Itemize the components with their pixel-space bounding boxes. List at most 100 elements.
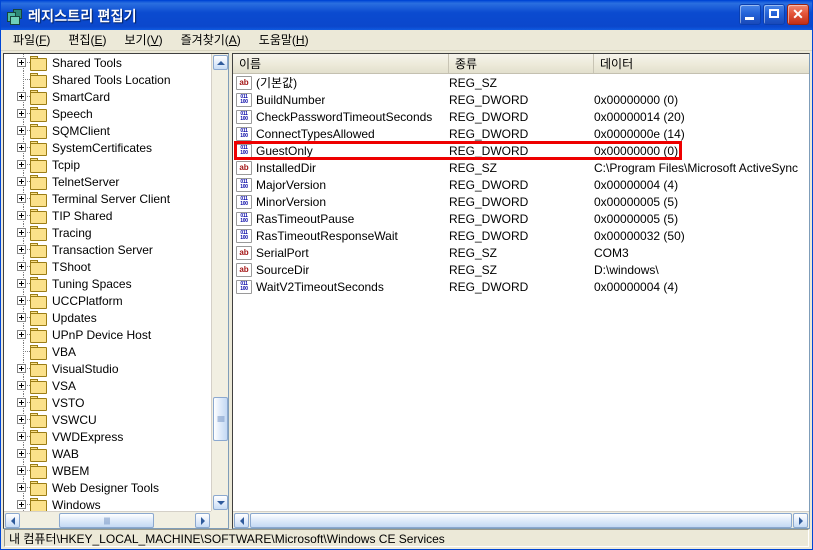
menu-item-1[interactable]: 편집(E) bbox=[59, 29, 115, 51]
maximize-button[interactable] bbox=[763, 4, 785, 25]
tree-scroll-up-button[interactable] bbox=[213, 55, 228, 70]
tree-item-3[interactable]: Speech bbox=[4, 105, 211, 122]
tree-item-1[interactable]: Shared Tools Location bbox=[4, 71, 211, 88]
tree-item-2[interactable]: SmartCard bbox=[4, 88, 211, 105]
tree-item-15[interactable]: Updates bbox=[4, 309, 211, 326]
registry-value-row[interactable]: 011 100 BuildNumber REG_DWORD 0x00000000 (0) bbox=[233, 91, 809, 108]
tree-item-11[interactable]: Transaction Server bbox=[4, 241, 211, 258]
registry-value-row[interactable]: 011 100 RasTimeoutResponseWait REG_DWORD 0x0… bbox=[233, 227, 809, 244]
minimize-button[interactable] bbox=[739, 4, 761, 25]
folder-icon bbox=[30, 464, 47, 479]
close-button[interactable]: ✕ bbox=[787, 4, 809, 25]
tree-expand-icon[interactable] bbox=[17, 398, 26, 407]
tree-item-4[interactable]: SQMClient bbox=[4, 122, 211, 139]
value-type: REG_DWORD bbox=[449, 109, 529, 124]
tree-item-26[interactable]: Windows bbox=[4, 496, 211, 511]
registry-value-row[interactable]: 011 100 GuestOnly REG_DWORD 0x00000000 (0) bbox=[233, 142, 809, 159]
tree-expand-icon[interactable] bbox=[17, 313, 26, 322]
column-header-name[interactable]: 이름 bbox=[233, 54, 449, 73]
tree-item-0[interactable]: Shared Tools bbox=[4, 54, 211, 71]
tree-expand-icon[interactable] bbox=[17, 228, 26, 237]
tree-horizontal-scroll-thumb[interactable] bbox=[59, 513, 154, 528]
tree-item-19[interactable]: VSA bbox=[4, 377, 211, 394]
tree-item-17[interactable]: VBA bbox=[4, 343, 211, 360]
registry-value-row[interactable]: ab SerialPort REG_SZ COM3 bbox=[233, 244, 809, 261]
registry-values-list[interactable]: ab (기본값) REG_SZ 011 100 BuildNumber REG_DWORD 0… bbox=[233, 74, 809, 511]
tree-scroll-down-button[interactable] bbox=[213, 495, 228, 510]
tree-expand-icon[interactable] bbox=[17, 483, 26, 492]
tree-expand-icon[interactable] bbox=[17, 143, 26, 152]
tree-expand-icon[interactable] bbox=[17, 279, 26, 288]
tree-item-24[interactable]: WBEM bbox=[4, 462, 211, 479]
tree-item-25[interactable]: Web Designer Tools bbox=[4, 479, 211, 496]
tree-item-10[interactable]: Tracing bbox=[4, 224, 211, 241]
tree-item-8[interactable]: Terminal Server Client bbox=[4, 190, 211, 207]
registry-value-row[interactable]: 011 100 ConnectTypesAllowed REG_DWORD 0x0000… bbox=[233, 125, 809, 142]
tree-expand-icon[interactable] bbox=[17, 177, 26, 186]
registry-value-row[interactable]: ab InstalledDir REG_SZ C:\Program Files\Mic… bbox=[233, 159, 809, 176]
tree-item-21[interactable]: VSWCU bbox=[4, 411, 211, 428]
folder-icon bbox=[30, 175, 47, 190]
tree-item-14[interactable]: UCCPlatform bbox=[4, 292, 211, 309]
tree-vertical-scrollbar[interactable] bbox=[211, 54, 228, 511]
list-horizontal-scrollbar[interactable] bbox=[233, 511, 809, 528]
tree-item-13[interactable]: Tuning Spaces bbox=[4, 275, 211, 292]
tree-expand-icon[interactable] bbox=[17, 109, 26, 118]
tree-horizontal-scrollbar[interactable] bbox=[4, 511, 211, 528]
tree-item-12[interactable]: TShoot bbox=[4, 258, 211, 275]
tree-item-6[interactable]: Tcpip bbox=[4, 156, 211, 173]
grip-icon bbox=[104, 517, 109, 524]
list-scroll-left-button[interactable] bbox=[234, 513, 249, 528]
tree-item-23[interactable]: WAB bbox=[4, 445, 211, 462]
tree-expand-icon[interactable] bbox=[17, 58, 26, 67]
registry-value-row[interactable]: 011 100 CheckPasswordTimeoutSeconds REG_DWO… bbox=[233, 108, 809, 125]
folder-icon bbox=[30, 413, 47, 428]
tree-item-16[interactable]: UPnP Device Host bbox=[4, 326, 211, 343]
menu-item-4[interactable]: 도움말(H) bbox=[250, 29, 318, 51]
registry-values-pane[interactable]: 이름 종류 데이터 ab (기본값) REG_SZ 011 100 BuildNumber RE… bbox=[232, 53, 810, 529]
tree-expand-icon[interactable] bbox=[17, 92, 26, 101]
tree-item-22[interactable]: VWDExpress bbox=[4, 428, 211, 445]
list-horizontal-scroll-thumb[interactable] bbox=[250, 513, 792, 528]
tree-item-20[interactable]: VSTO bbox=[4, 394, 211, 411]
menu-item-0[interactable]: 파일(F) bbox=[4, 29, 59, 51]
registry-value-row[interactable]: 011 100 RasTimeoutPause REG_DWORD 0x00000005… bbox=[233, 210, 809, 227]
tree-item-9[interactable]: TIP Shared bbox=[4, 207, 211, 224]
tree-expand-icon[interactable] bbox=[17, 500, 26, 509]
tree-expand-icon[interactable] bbox=[17, 466, 26, 475]
registry-value-row[interactable]: 011 100 MinorVersion REG_DWORD 0x00000005 (5… bbox=[233, 193, 809, 210]
column-header-data[interactable]: 데이터 bbox=[594, 54, 809, 73]
tree-item-label: Updates bbox=[52, 310, 97, 325]
tree-item-18[interactable]: VisualStudio bbox=[4, 360, 211, 377]
tree-expand-icon[interactable] bbox=[17, 364, 26, 373]
tree-vertical-scroll-thumb[interactable] bbox=[213, 397, 228, 441]
registry-value-row[interactable]: 011 100 MajorVersion REG_DWORD 0x00000004 (4… bbox=[233, 176, 809, 193]
value-name: GuestOnly bbox=[256, 143, 313, 158]
tree-expand-icon[interactable] bbox=[17, 381, 26, 390]
registry-value-row[interactable]: ab (기본값) REG_SZ bbox=[233, 74, 809, 91]
tree-scroll-left-button[interactable] bbox=[5, 513, 20, 528]
tree-expand-icon[interactable] bbox=[17, 432, 26, 441]
tree-item-7[interactable]: TelnetServer bbox=[4, 173, 211, 190]
registry-tree[interactable]: Shared Tools Shared Tools Location SmartCa… bbox=[4, 54, 211, 511]
title-bar[interactable]: 레지스트리 편집기 ✕ bbox=[1, 1, 812, 30]
tree-item-5[interactable]: SystemCertificates bbox=[4, 139, 211, 156]
tree-expand-icon[interactable] bbox=[17, 245, 26, 254]
tree-expand-icon[interactable] bbox=[17, 330, 26, 339]
tree-expand-icon[interactable] bbox=[17, 449, 26, 458]
tree-expand-icon[interactable] bbox=[17, 211, 26, 220]
registry-value-row[interactable]: 011 100 WaitV2TimeoutSeconds REG_DWORD 0x000… bbox=[233, 278, 809, 295]
registry-tree-pane[interactable]: Shared Tools Shared Tools Location SmartCa… bbox=[3, 53, 229, 529]
tree-scroll-right-button[interactable] bbox=[195, 513, 210, 528]
tree-expand-icon[interactable] bbox=[17, 262, 26, 271]
tree-expand-icon[interactable] bbox=[17, 296, 26, 305]
menu-item-3[interactable]: 즐겨찾기(A) bbox=[172, 29, 250, 51]
list-scroll-right-button[interactable] bbox=[793, 513, 808, 528]
column-header-type[interactable]: 종류 bbox=[449, 54, 594, 73]
tree-expand-icon[interactable] bbox=[17, 160, 26, 169]
tree-expand-icon[interactable] bbox=[17, 194, 26, 203]
registry-value-row[interactable]: ab SourceDir REG_SZ D:\windows\ bbox=[233, 261, 809, 278]
tree-expand-icon[interactable] bbox=[17, 415, 26, 424]
menu-item-2[interactable]: 보기(V) bbox=[116, 29, 172, 51]
tree-expand-icon[interactable] bbox=[17, 126, 26, 135]
